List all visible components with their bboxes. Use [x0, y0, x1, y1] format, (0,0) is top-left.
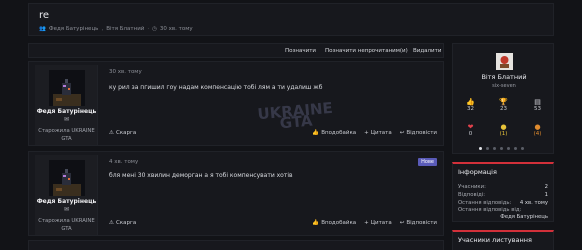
reply-button[interactable]: ↩ Відповісти — [400, 130, 437, 136]
thumbs-up-icon: 👍 — [466, 98, 475, 106]
mark-unread-button[interactable]: Позначити непрочитаним(и) — [325, 48, 408, 54]
profile-subtitle: six-seven — [492, 83, 516, 89]
post — [28, 240, 444, 250]
post: Федя Батурінець ✉ Старожила UKRAINE GTA … — [28, 61, 444, 146]
reply-button[interactable]: ↩ Відповісти — [400, 220, 437, 226]
stat-trophies: 🏆 23 — [491, 98, 516, 112]
users-icon: 👥 — [39, 26, 46, 32]
avatar[interactable] — [49, 70, 85, 106]
report-button[interactable]: ⚠ Скарга — [109, 220, 136, 226]
plus-icon: + — [364, 220, 369, 226]
info-row: Остання відповідь: 4 хв. тому — [458, 200, 548, 206]
thread-time: 30 хв. тому — [159, 26, 193, 32]
thread-actions-bar: Позначити Позначити непрочитаним(и) Вида… — [28, 43, 444, 58]
avatar[interactable] — [49, 160, 85, 196]
medal-icon: ● — [500, 123, 507, 131]
heart-icon: ❤ — [467, 123, 474, 131]
stat-messages: ▤ 53 — [525, 98, 550, 112]
report-button[interactable]: ⚠ Скарга — [109, 130, 136, 136]
participants-title: Учасники листування — [458, 236, 532, 244]
plus-icon: + — [364, 130, 369, 136]
info-row: Відповіді: 1 — [458, 192, 548, 198]
profile-name[interactable]: Вітя Блатний — [453, 73, 555, 81]
like-button[interactable]: 👍 Вподобайка — [312, 130, 356, 136]
info-title: Інформація — [458, 168, 497, 176]
thread-header: re 👥 Федя Батурінець, Вітя Блатний · ◷ 3… — [28, 3, 554, 36]
stat-award: ● (4) — [525, 123, 550, 137]
delete-button[interactable]: Видалити — [413, 48, 441, 54]
warning-icon: ⚠ — [109, 220, 114, 226]
post-author-name[interactable]: Федя Батурінець — [35, 198, 98, 205]
post-body: бля мені 30 хвилин деморган а я тобі ком… — [109, 172, 293, 179]
post-author-panel: Федя Батурінець ✉ Старожила UKRAINE GTA — [35, 155, 98, 235]
user-rank: Старожила UKRAINE GTA — [38, 218, 95, 232]
thread-title: re — [39, 10, 50, 21]
thread-author[interactable]: Федя Батурінець — [49, 26, 99, 32]
avatar-image — [49, 160, 85, 196]
reply-icon: ↩ — [399, 220, 405, 226]
clock-icon: ◷ — [152, 26, 157, 32]
post-author-panel: Федя Батурінець ✉ Старожила UKRAINE GTA — [35, 65, 98, 145]
user-rank: Старожила UKRAINE GTA — [38, 128, 95, 142]
post-body: ку рил за пгишил гоу надам компенсацію т… — [109, 84, 323, 91]
like-button[interactable]: 👍 Вподобайка — [312, 220, 356, 226]
new-badge: Нове — [418, 158, 437, 166]
trophy-icon: 🏆 — [499, 98, 508, 106]
post-time[interactable]: 30 хв. тому — [109, 69, 142, 75]
profile-card: Вітя Блатний six-seven 👍 32 🏆 23 ▤ 53 ❤ … — [452, 43, 554, 154]
envelope-icon[interactable]: ✉ — [35, 116, 98, 123]
info-row: Остання відповідь від: — [458, 207, 522, 213]
award-icon: ● — [534, 123, 541, 131]
avatar[interactable] — [496, 53, 513, 70]
quote-button[interactable]: + Цитата — [364, 130, 392, 136]
thread-info-card: Інформація Учасники: 2 Відповіді: 1 Останн… — [452, 162, 554, 222]
thumbs-up-icon: 👍 — [312, 220, 320, 226]
message-icon: ▤ — [534, 98, 541, 106]
stat-hearts: ❤ 0 — [458, 123, 483, 137]
avatar-image — [496, 53, 513, 70]
post-actions: ⚠ Скарга 👍 Вподобайка + Цитата ↩ Відповісти — [109, 220, 437, 228]
reply-icon: ↩ — [399, 130, 405, 136]
stat-medal: ● (1) — [491, 123, 516, 137]
avatar-image — [49, 70, 85, 106]
mark-read-button[interactable]: Позначити — [285, 48, 316, 54]
carousel-dots[interactable] — [479, 147, 524, 150]
post: Федя Батурінець ✉ Старожила UKRAINE GTA … — [28, 151, 444, 236]
stat-likes: 👍 32 — [458, 98, 483, 112]
envelope-icon[interactable]: ✉ — [35, 206, 98, 213]
post-actions: ⚠ Скарга 👍 Вподобайка + Цитата ↩ Відповісти — [109, 130, 437, 138]
thread-meta: 👥 Федя Батурінець, Вітя Блатний · ◷ 30 х… — [39, 26, 193, 32]
thumbs-up-icon: 👍 — [312, 130, 320, 136]
info-row: Учасники: 2 — [458, 184, 548, 190]
warning-icon: ⚠ — [109, 130, 114, 136]
post-time[interactable]: 4 хв. тому — [109, 159, 138, 165]
thread-tagged-user[interactable]: Вітя Блатний — [106, 26, 144, 32]
quote-button[interactable]: + Цитата — [364, 220, 392, 226]
post-author-name[interactable]: Федя Батурінець — [35, 108, 98, 115]
thread-participants-card: Учасники листування — [452, 230, 554, 250]
